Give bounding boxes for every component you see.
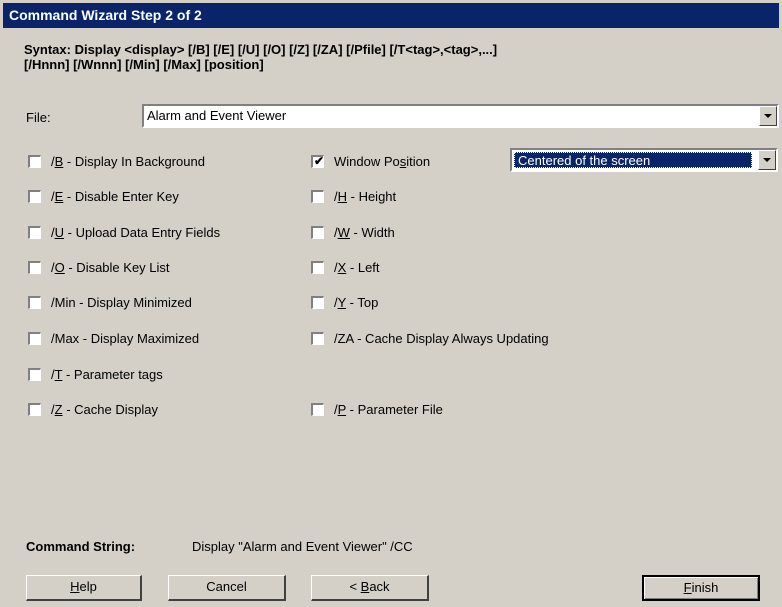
window-position-select[interactable]: Centered of the screen bbox=[510, 148, 778, 172]
option-label: /B - Display In Background bbox=[51, 153, 205, 169]
syntax-text: Syntax: Display <display> [/B] [/E] [/U]… bbox=[24, 42, 764, 72]
option-disable-enter-key[interactable]: /E - Disable Enter Key bbox=[28, 186, 179, 206]
position-dropdown-button[interactable] bbox=[758, 150, 776, 170]
option-label: /U - Upload Data Entry Fields bbox=[51, 224, 221, 240]
option-label: /W - Width bbox=[334, 224, 395, 240]
finish-button[interactable]: Finish bbox=[642, 575, 760, 601]
chevron-down-icon bbox=[763, 158, 771, 162]
checkbox[interactable] bbox=[28, 154, 41, 168]
command-string-label: Command String: bbox=[26, 539, 136, 554]
checkbox[interactable] bbox=[311, 189, 324, 203]
checkbox[interactable]: ✔ bbox=[311, 153, 325, 168]
window-position-value: Centered of the screen bbox=[514, 152, 752, 168]
option-cache-display[interactable]: /Z - Cache Display bbox=[28, 399, 158, 419]
option-display-minimized[interactable]: /Min - Display Minimized bbox=[28, 292, 192, 312]
command-string-value: Display "Alarm and Event Viewer" /CC bbox=[192, 539, 413, 554]
option-upload-data-entry[interactable]: /U - Upload Data Entry Fields bbox=[28, 222, 220, 242]
checkbox[interactable] bbox=[28, 402, 41, 416]
option-label: /X - Left bbox=[334, 259, 380, 275]
checkbox[interactable] bbox=[28, 367, 41, 381]
option-parameter-file[interactable]: /P - Parameter File bbox=[311, 399, 443, 419]
option-label: Window Position bbox=[334, 153, 431, 169]
cancel-button[interactable]: Cancel bbox=[168, 575, 286, 601]
option-label: /P - Parameter File bbox=[334, 401, 443, 417]
option-label: /Max - Display Maximized bbox=[51, 330, 200, 346]
option-label: /Min - Display Minimized bbox=[51, 294, 192, 310]
file-select[interactable]: Alarm and Event Viewer bbox=[142, 104, 779, 128]
checkbox[interactable] bbox=[28, 260, 41, 274]
option-width[interactable]: /W - Width bbox=[311, 222, 395, 242]
option-label: /Y - Top bbox=[334, 294, 379, 310]
option-cache-always-updating[interactable]: /ZA - Cache Display Always Updating bbox=[311, 328, 549, 348]
checkbox[interactable] bbox=[28, 225, 41, 239]
checkbox[interactable] bbox=[28, 331, 41, 345]
file-dropdown-button[interactable] bbox=[759, 106, 777, 126]
option-label: /Z - Cache Display bbox=[51, 401, 158, 417]
syntax-line-1: Syntax: Display <display> [/B] [/E] [/U]… bbox=[24, 42, 498, 57]
option-label: /T - Parameter tags bbox=[51, 366, 163, 382]
command-wizard-dialog: Command Wizard Step 2 of 2 Syntax: Displ… bbox=[0, 0, 782, 607]
option-display-maximized[interactable]: /Max - Display Maximized bbox=[28, 328, 199, 348]
option-window-position[interactable]: ✔ Window Position bbox=[311, 151, 430, 171]
checkbox[interactable] bbox=[28, 295, 41, 309]
checkbox[interactable] bbox=[311, 260, 324, 274]
window-title: Command Wizard Step 2 of 2 bbox=[3, 3, 779, 28]
back-button[interactable]: < Back bbox=[311, 575, 429, 601]
file-label: File: bbox=[26, 110, 51, 125]
syntax-line-2: [/Hnnn] [/Wnnn] [/Min] [/Max] [position] bbox=[24, 57, 264, 72]
checkbox[interactable] bbox=[311, 331, 324, 345]
checkbox[interactable] bbox=[311, 402, 324, 416]
option-label: /H - Height bbox=[334, 188, 397, 204]
check-icon: ✔ bbox=[314, 153, 325, 168]
option-height[interactable]: /H - Height bbox=[311, 186, 396, 206]
help-button[interactable]: Help bbox=[26, 575, 142, 601]
file-select-value: Alarm and Event Viewer bbox=[147, 108, 287, 123]
option-parameter-tags[interactable]: /T - Parameter tags bbox=[28, 364, 163, 384]
checkbox[interactable] bbox=[311, 295, 324, 309]
option-label: /E - Disable Enter Key bbox=[51, 188, 179, 204]
checkbox[interactable] bbox=[28, 189, 41, 203]
option-left[interactable]: /X - Left bbox=[311, 257, 380, 277]
option-disable-key-list[interactable]: /O - Disable Key List bbox=[28, 257, 170, 277]
option-top[interactable]: /Y - Top bbox=[311, 292, 378, 312]
option-label: /O - Disable Key List bbox=[51, 259, 170, 275]
option-background[interactable]: /B - Display In Background bbox=[28, 151, 205, 171]
chevron-down-icon bbox=[764, 114, 772, 118]
checkbox[interactable] bbox=[311, 225, 324, 239]
option-label: /ZA - Cache Display Always Updating bbox=[334, 330, 549, 346]
